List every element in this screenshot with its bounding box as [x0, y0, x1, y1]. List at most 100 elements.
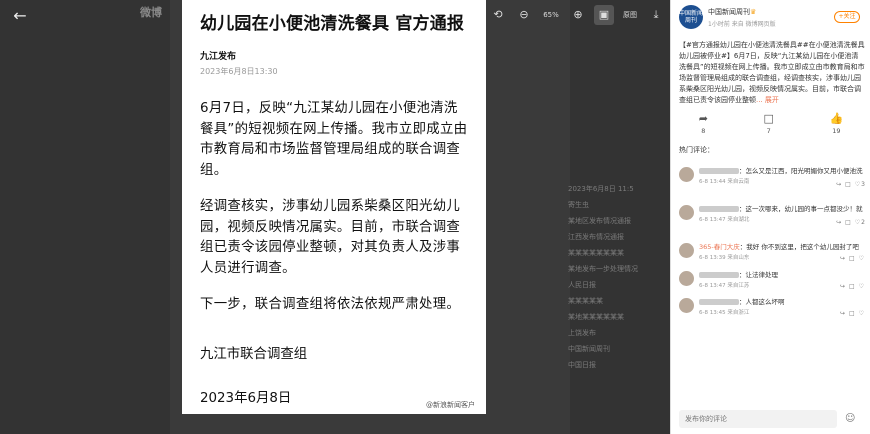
- comment-text-line: ：人都这么坏啊: [699, 298, 863, 307]
- comment-text: ：我好 你不到这里，把这个幼儿园封了吧: [739, 243, 859, 251]
- avatar[interactable]: [679, 243, 694, 258]
- comment-text: ：这一次哪来，幼儿园的事一点都没少！就是如此不要了！: [739, 205, 863, 213]
- background-row: 某某某某某: [568, 297, 603, 305]
- background-row: 上饶发布: [568, 329, 596, 337]
- share-count: 8: [701, 127, 706, 135]
- comment-username[interactable]: 365-春门大庆: [699, 243, 740, 251]
- zoom-in-icon[interactable]: ⊕: [568, 5, 588, 25]
- image-viewer: ← 微博 2023年6月8日 11:5 寄生虫 某地区发布情况通报 江西发布情况通报某…: [0, 0, 670, 434]
- notice-paragraph: 经调查核实，涉事幼儿园系柴桑区阳光幼儿园，视频反映情况属实。目前，市联合调查组已…: [200, 199, 461, 276]
- hot-comments-title: 热门评论：: [679, 146, 714, 154]
- comment-time: 6-8 13:39: [699, 255, 726, 261]
- reply-icon[interactable]: □: [845, 219, 851, 226]
- share-icon[interactable]: ↪: [840, 310, 845, 317]
- zoom-out-icon[interactable]: ⊖: [514, 5, 534, 25]
- comment-location: 来自山东: [727, 255, 750, 261]
- comment-text: ：让法律处理: [739, 271, 778, 279]
- reply-icon[interactable]: □: [845, 181, 851, 188]
- background-row: 某地区发布情况通报: [568, 217, 631, 225]
- post-body: 【#官方通报幼儿园在小便池清洗餐具##在小便池清洗餐具幼儿园被停业#】6月7日，…: [679, 41, 865, 104]
- comment-text-line: ：这一次哪来，幼儿园的事一点都没少！就是如此不要了！: [699, 205, 863, 214]
- notice-date: 2023年6月8日13:30: [200, 67, 278, 76]
- download-icon[interactable]: ⤓: [646, 5, 666, 25]
- like-icon[interactable]: ♡: [855, 181, 860, 188]
- crown-icon: ♛: [750, 7, 757, 16]
- blurred-username: [699, 272, 739, 278]
- avatar[interactable]: 中国新闻周刊: [679, 5, 703, 29]
- comment-tools: ↪ □ ♡2: [832, 219, 865, 226]
- like-icon[interactable]: ♡: [859, 310, 864, 317]
- comment-time: 6-8 13:45: [699, 310, 726, 316]
- reply-icon[interactable]: □: [849, 255, 855, 262]
- blurred-username: [699, 168, 739, 174]
- comment-like-count: 2: [861, 219, 865, 226]
- comment-input[interactable]: [679, 410, 837, 428]
- expand-link[interactable]: ... 展开: [756, 96, 779, 104]
- reply-icon[interactable]: □: [849, 310, 855, 317]
- reply-icon[interactable]: □: [849, 283, 855, 290]
- like-button[interactable]: 👍 19: [829, 112, 843, 135]
- back-button[interactable]: ←: [9, 7, 31, 25]
- avatar[interactable]: [679, 298, 694, 313]
- background-row: 寄生虫: [568, 201, 589, 209]
- like-icon[interactable]: ♡: [859, 283, 864, 290]
- comment-like-count: 3: [861, 181, 865, 188]
- account-name[interactable]: 中国新闻周刊♛: [708, 7, 776, 17]
- comment-text: ：怎么又是江西，阳光明媚你又用小便池洗盘: [739, 167, 863, 175]
- blurred-username: [699, 299, 739, 305]
- notice-title: 幼儿园在小便池清洗餐具 官方通报: [200, 14, 465, 34]
- account-name-text: 中国新闻周刊: [708, 7, 750, 16]
- comment-tools: ↪ □ ♡: [836, 310, 865, 317]
- notice-document: 幼儿园在小便池清洗餐具 官方通报 九江发布 2023年6月8日13:30 6月7…: [182, 0, 486, 414]
- comment-button[interactable]: □ 7: [764, 112, 774, 135]
- share-icon[interactable]: ↪: [840, 255, 845, 262]
- background-row: 某地某某某某某某: [568, 313, 624, 321]
- avatar[interactable]: [679, 271, 694, 286]
- comment-icon: □: [763, 112, 774, 125]
- comment-location: 来自浙江: [727, 310, 750, 316]
- comment-text-line: ：让法律处理: [699, 271, 863, 280]
- fit-screen-icon[interactable]: ▣: [594, 5, 614, 25]
- blurred-username: [699, 206, 739, 212]
- follow-button[interactable]: +关注: [834, 11, 860, 23]
- like-count: 19: [832, 127, 841, 135]
- avatar[interactable]: [679, 205, 694, 220]
- comment-time: 6-8 13:47: [699, 217, 726, 223]
- background-row: 某地发布一步处理情况: [568, 265, 638, 273]
- share-button[interactable]: ➦ 8: [699, 112, 708, 135]
- viewer-toolbar: ⟲ ⊖ 65% ⊕ ▣ 原图 ⤓: [488, 5, 666, 25]
- background-row: 人民日报: [568, 281, 596, 289]
- notice-paragraph: 下一步，联合调查组将依法依规严肃处理。: [200, 297, 461, 312]
- post-text: 【#官方通报幼儿园在小便池清洗餐具##在小便池清洗餐具幼儿园被停业#】6月7日，…: [679, 40, 865, 106]
- comment-time: 6-8 13:47: [699, 283, 726, 289]
- original-image-button[interactable]: 原图: [620, 5, 640, 25]
- background-row: 中国日报: [568, 361, 596, 369]
- emoji-icon[interactable]: ☺: [845, 413, 855, 424]
- comment-text-line: 365-春门大庆：我好 你不到这里，把这个幼儿园封了吧: [699, 243, 863, 252]
- weibo-logo: 微博: [140, 6, 162, 19]
- like-icon[interactable]: ♡: [859, 255, 864, 262]
- background-row: 中国新闻周刊: [568, 345, 610, 353]
- like-icon[interactable]: ♡: [855, 219, 860, 226]
- share-icon[interactable]: ↪: [836, 181, 841, 188]
- notice-paragraph: 6月7日，反映“九江某幼儿园在小便池清洗餐具”的短视频在网上传播。我市立即成立由…: [200, 101, 468, 178]
- post-meta: 1小时前 来自 微博网页版: [708, 20, 776, 28]
- account-header: 中国新闻周刊 中国新闻周刊♛ 1小时前 来自 微博网页版: [679, 5, 776, 29]
- like-icon: 👍: [829, 112, 844, 125]
- post-actions: ➦ 8 □ 7 👍 19: [671, 112, 870, 135]
- comment-text: ：人都这么坏啊: [739, 298, 785, 306]
- post-panel: 中国新闻周刊 中国新闻周刊♛ 1小时前 来自 微博网页版 +关注 【#官方通报幼…: [670, 0, 870, 434]
- share-icon: ➦: [698, 112, 708, 125]
- share-icon[interactable]: ↪: [840, 283, 845, 290]
- background-row: 江西发布情况通报: [568, 233, 624, 241]
- comment-count: 7: [766, 127, 771, 135]
- notice-signature: 九江市联合调查组: [200, 346, 308, 362]
- rotate-icon[interactable]: ⟲: [488, 5, 508, 25]
- avatar[interactable]: [679, 167, 694, 182]
- comment-location: 来自江苏: [727, 283, 750, 289]
- background-row: 某某某某某某某某: [568, 249, 624, 257]
- zoom-level: 65%: [543, 11, 559, 19]
- comment-time: 6-8 13:44: [699, 179, 726, 185]
- comment-location: 来自湖北: [727, 217, 750, 223]
- share-icon[interactable]: ↪: [836, 219, 841, 226]
